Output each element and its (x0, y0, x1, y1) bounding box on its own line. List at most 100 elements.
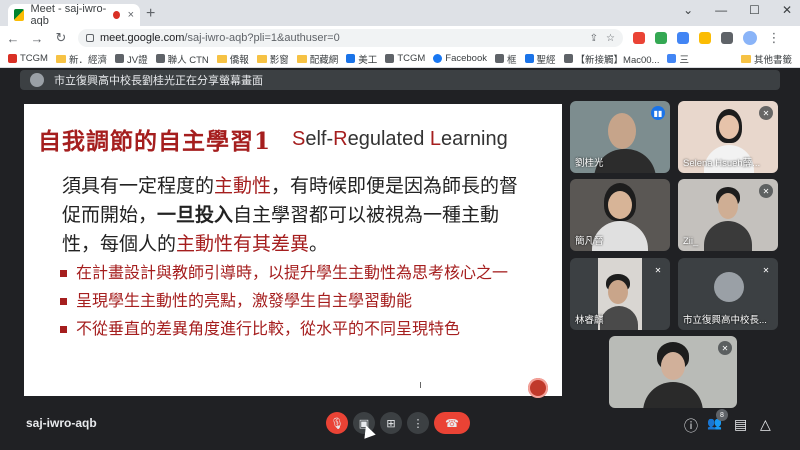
new-tab-button[interactable]: + (146, 5, 155, 23)
participant-name: 劉桂光 (575, 158, 604, 169)
laser-pointer-icon (528, 378, 548, 398)
extension-icon[interactable] (633, 32, 645, 44)
bookmark-item[interactable]: 【新接觸】Mac00... (563, 52, 659, 66)
bookmark-item[interactable]: 配藏網 (296, 52, 338, 66)
folder-icon (216, 54, 227, 63)
tab-close-icon[interactable]: × (128, 9, 134, 21)
site-icon (667, 54, 677, 63)
slide-bullet: 呈現學生主動性的亮點，激發學生自主學習動能 (60, 288, 540, 314)
site-icon (114, 54, 124, 63)
mic-muted-icon: ✕ (759, 263, 773, 277)
meeting-code: saj-iwro-aqb (26, 416, 97, 430)
forward-button[interactable]: → (30, 31, 44, 46)
participant-tile[interactable]: 簡凡晉 (570, 179, 670, 251)
folder-icon (740, 54, 751, 63)
facebook-icon (433, 54, 443, 63)
meeting-info-icon[interactable]: ⓘ (684, 416, 698, 436)
mic-muted-icon: ✕ (759, 184, 773, 198)
text-cursor-icon (420, 382, 424, 388)
folder-icon (256, 54, 267, 63)
bookmarks-bar: TCGM 新．經濟 JV證 聯人 CTN 僑報 影窗 配藏網 美工 TCGM F… (0, 50, 800, 68)
participant-tile[interactable]: ✕ (609, 336, 737, 408)
back-button[interactable]: ← (6, 31, 20, 46)
shared-screen-slide: 自我調節的自主學習1 Self-Regulated Learning 須具有一定… (24, 104, 562, 398)
url-path: /saj-iwro-aqb?pli=1&authuser=0 (184, 32, 340, 44)
presenting-text: 市立復興高中校長劉桂光正在分享螢幕畫面 (54, 75, 263, 87)
participant-tile[interactable]: ▮▮ 劉桂光 (570, 101, 670, 173)
bookmark-item[interactable]: 僑報 (216, 52, 249, 66)
extension-icon[interactable] (655, 32, 667, 44)
bookmark-item[interactable]: 影窗 (256, 52, 289, 66)
bookmark-item[interactable]: 框 (495, 52, 517, 66)
slide-title-english: Self-Regulated Learning (292, 128, 508, 150)
mic-muted-icon: ✕ (759, 106, 773, 120)
activities-icon[interactable]: △ (760, 416, 771, 433)
folder-icon (55, 54, 66, 63)
bookmark-item[interactable]: TCGM (385, 53, 425, 64)
chat-icon[interactable]: ▤ (734, 416, 747, 433)
bookmark-item[interactable]: 美工 (346, 52, 377, 66)
presenter-avatar (30, 73, 44, 87)
site-icon (346, 54, 356, 63)
bookmark-item[interactable]: 聖經 (524, 52, 556, 66)
participant-tile[interactable]: ✕ Zii_ (678, 179, 778, 251)
mic-muted-icon: ✕ (718, 341, 732, 355)
browser-tab-meet[interactable]: Meet - saj-iwro-aqb × (8, 3, 140, 27)
lock-icon (86, 34, 94, 42)
window-controls: ⌄ — ☐ ✕ (683, 3, 792, 17)
participant-name: Zii_ (683, 236, 699, 247)
other-bookmarks[interactable]: 其他書籤 (740, 52, 792, 66)
profile-avatar[interactable] (743, 31, 757, 45)
browser-toolbar: ← → ↻ meet.google.com /saj-iwro-aqb?pli=… (0, 26, 800, 50)
extension-icon[interactable] (699, 32, 711, 44)
recording-indicator-icon (112, 11, 120, 19)
mic-muted-icon: ✕ (651, 263, 665, 277)
browser-tabstrip: Meet - saj-iwro-aqb × + ⌄ — ☐ ✕ (0, 0, 800, 27)
participant-tile[interactable]: ✕ Selena Hsueh薛... (678, 101, 778, 173)
participant-tile[interactable]: ✕ 林睿麒 (570, 258, 670, 330)
participant-count-badge: 8 (716, 409, 728, 421)
tab-search-icon[interactable]: ⌄ (683, 3, 693, 17)
bookmark-star-icon[interactable]: ☆ (606, 33, 615, 44)
url-host: meet.google.com (100, 32, 185, 44)
participant-name: Selena Hsueh薛... (683, 158, 761, 169)
participant-avatar (714, 272, 744, 302)
minimize-button[interactable]: — (715, 3, 727, 17)
address-bar[interactable]: meet.google.com /saj-iwro-aqb?pli=1&auth… (78, 29, 623, 47)
microphone-toggle-button[interactable]: 🎙 (326, 412, 348, 434)
slide-bullet-list: 在計畫設計與教師引導時，以提升學生主動性為思考核心之一 呈現學生主動性的亮點，激… (60, 260, 540, 344)
close-window-button[interactable]: ✕ (782, 3, 792, 17)
youtube-icon (8, 54, 17, 63)
slide-bullet: 不從垂直的差異角度進行比較，從水平的不同呈現特色 (60, 316, 540, 342)
more-vert-icon: ⋮ (412, 417, 424, 430)
site-icon (495, 54, 505, 63)
hangup-icon: ☎ (445, 417, 459, 430)
participant-name: 簡凡晉 (575, 236, 604, 247)
presenting-banner: 市立復興高中校長劉桂光正在分享螢幕畫面 (20, 70, 780, 90)
bookmark-item[interactable]: JV證 (114, 52, 148, 66)
puzzle-icon[interactable] (721, 32, 733, 44)
present-icon: ⊞ (386, 417, 396, 430)
slide-paragraph: 須具有一定程度的主動性，有時候即便是因為師長的督促而開始，一旦投入自主學習都可以… (62, 175, 519, 255)
participant-name: 市立復興高中校長... (683, 315, 767, 326)
extension-icon[interactable] (677, 32, 689, 44)
site-icon (524, 54, 534, 63)
bookmark-item[interactable]: 聯人 CTN (155, 52, 209, 66)
participant-tile[interactable]: ✕ 市立復興高中校長... (678, 258, 778, 330)
participant-name: 林睿麒 (575, 315, 604, 326)
bookmark-item[interactable]: 新．經濟 (55, 52, 107, 66)
bookmark-item[interactable]: Facebook (433, 53, 487, 64)
bookmark-item[interactable]: 三 (667, 52, 689, 66)
more-options-button[interactable]: ⋮ (407, 412, 429, 434)
maximize-button[interactable]: ☐ (749, 3, 760, 17)
reload-button[interactable]: ↻ (54, 30, 68, 46)
leave-call-button[interactable]: ☎ (434, 412, 470, 434)
share-icon[interactable]: ⇪ (590, 33, 598, 44)
site-icon (385, 54, 395, 63)
slide-title: 自我調節的自主學習1 (38, 128, 272, 155)
bookmark-item[interactable]: TCGM (8, 53, 48, 64)
tab-title: Meet - saj-iwro-aqb (30, 3, 107, 27)
present-now-button[interactable]: ⊞ (380, 412, 402, 434)
browser-menu-icon[interactable]: ⋮ (767, 30, 781, 46)
site-icon (155, 54, 165, 63)
